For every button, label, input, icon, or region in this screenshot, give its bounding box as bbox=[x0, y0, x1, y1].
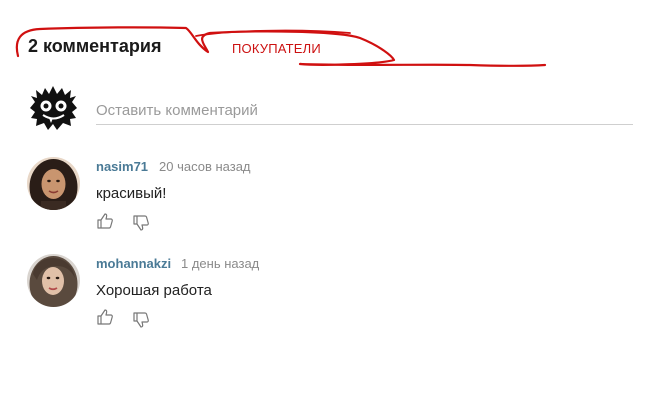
avatar bbox=[27, 157, 80, 210]
comment-input[interactable] bbox=[96, 96, 633, 125]
comment-text: красивый! bbox=[96, 185, 167, 202]
avatar bbox=[27, 82, 80, 135]
avatar bbox=[27, 254, 80, 307]
thumb-down-icon[interactable] bbox=[132, 214, 150, 232]
comment-author[interactable]: nasim71 bbox=[96, 159, 148, 174]
comments-count-heading: 2 комментария bbox=[28, 36, 162, 56]
thumb-up-icon[interactable] bbox=[96, 212, 114, 230]
comment-text: Хорошая работа bbox=[96, 282, 212, 299]
thumb-up-icon[interactable] bbox=[96, 308, 114, 326]
tab-buyers[interactable]: ПОКУПАТЕЛИ bbox=[232, 41, 321, 56]
comment-author[interactable]: mohannakzi bbox=[96, 256, 171, 271]
comment-time: 20 часов назад bbox=[159, 159, 251, 174]
comment-time: 1 день назад bbox=[181, 256, 260, 271]
thumb-down-icon[interactable] bbox=[132, 311, 150, 329]
